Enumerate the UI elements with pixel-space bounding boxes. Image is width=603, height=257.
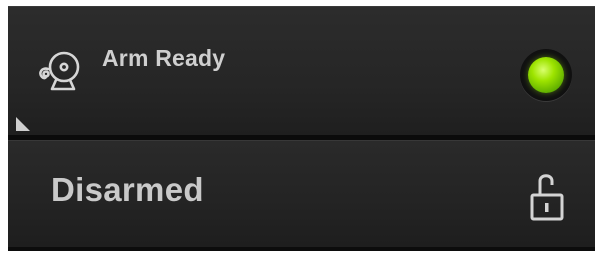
bell-icon xyxy=(39,51,80,91)
status-led-indicator xyxy=(520,49,572,101)
alarm-panel: Arm Ready Disarmed xyxy=(8,6,595,251)
disarmed-status-label: Disarmed xyxy=(51,171,204,208)
panel-bottom-edge xyxy=(8,247,595,251)
arm-ready-label: Arm Ready xyxy=(102,45,226,71)
status-led-icon xyxy=(528,57,564,93)
arm-ready-row[interactable]: Arm Ready xyxy=(8,6,595,135)
unlocked-padlock-icon xyxy=(530,174,564,221)
expand-corner-icon[interactable] xyxy=(16,117,30,131)
disarmed-row[interactable]: Disarmed xyxy=(8,140,595,247)
